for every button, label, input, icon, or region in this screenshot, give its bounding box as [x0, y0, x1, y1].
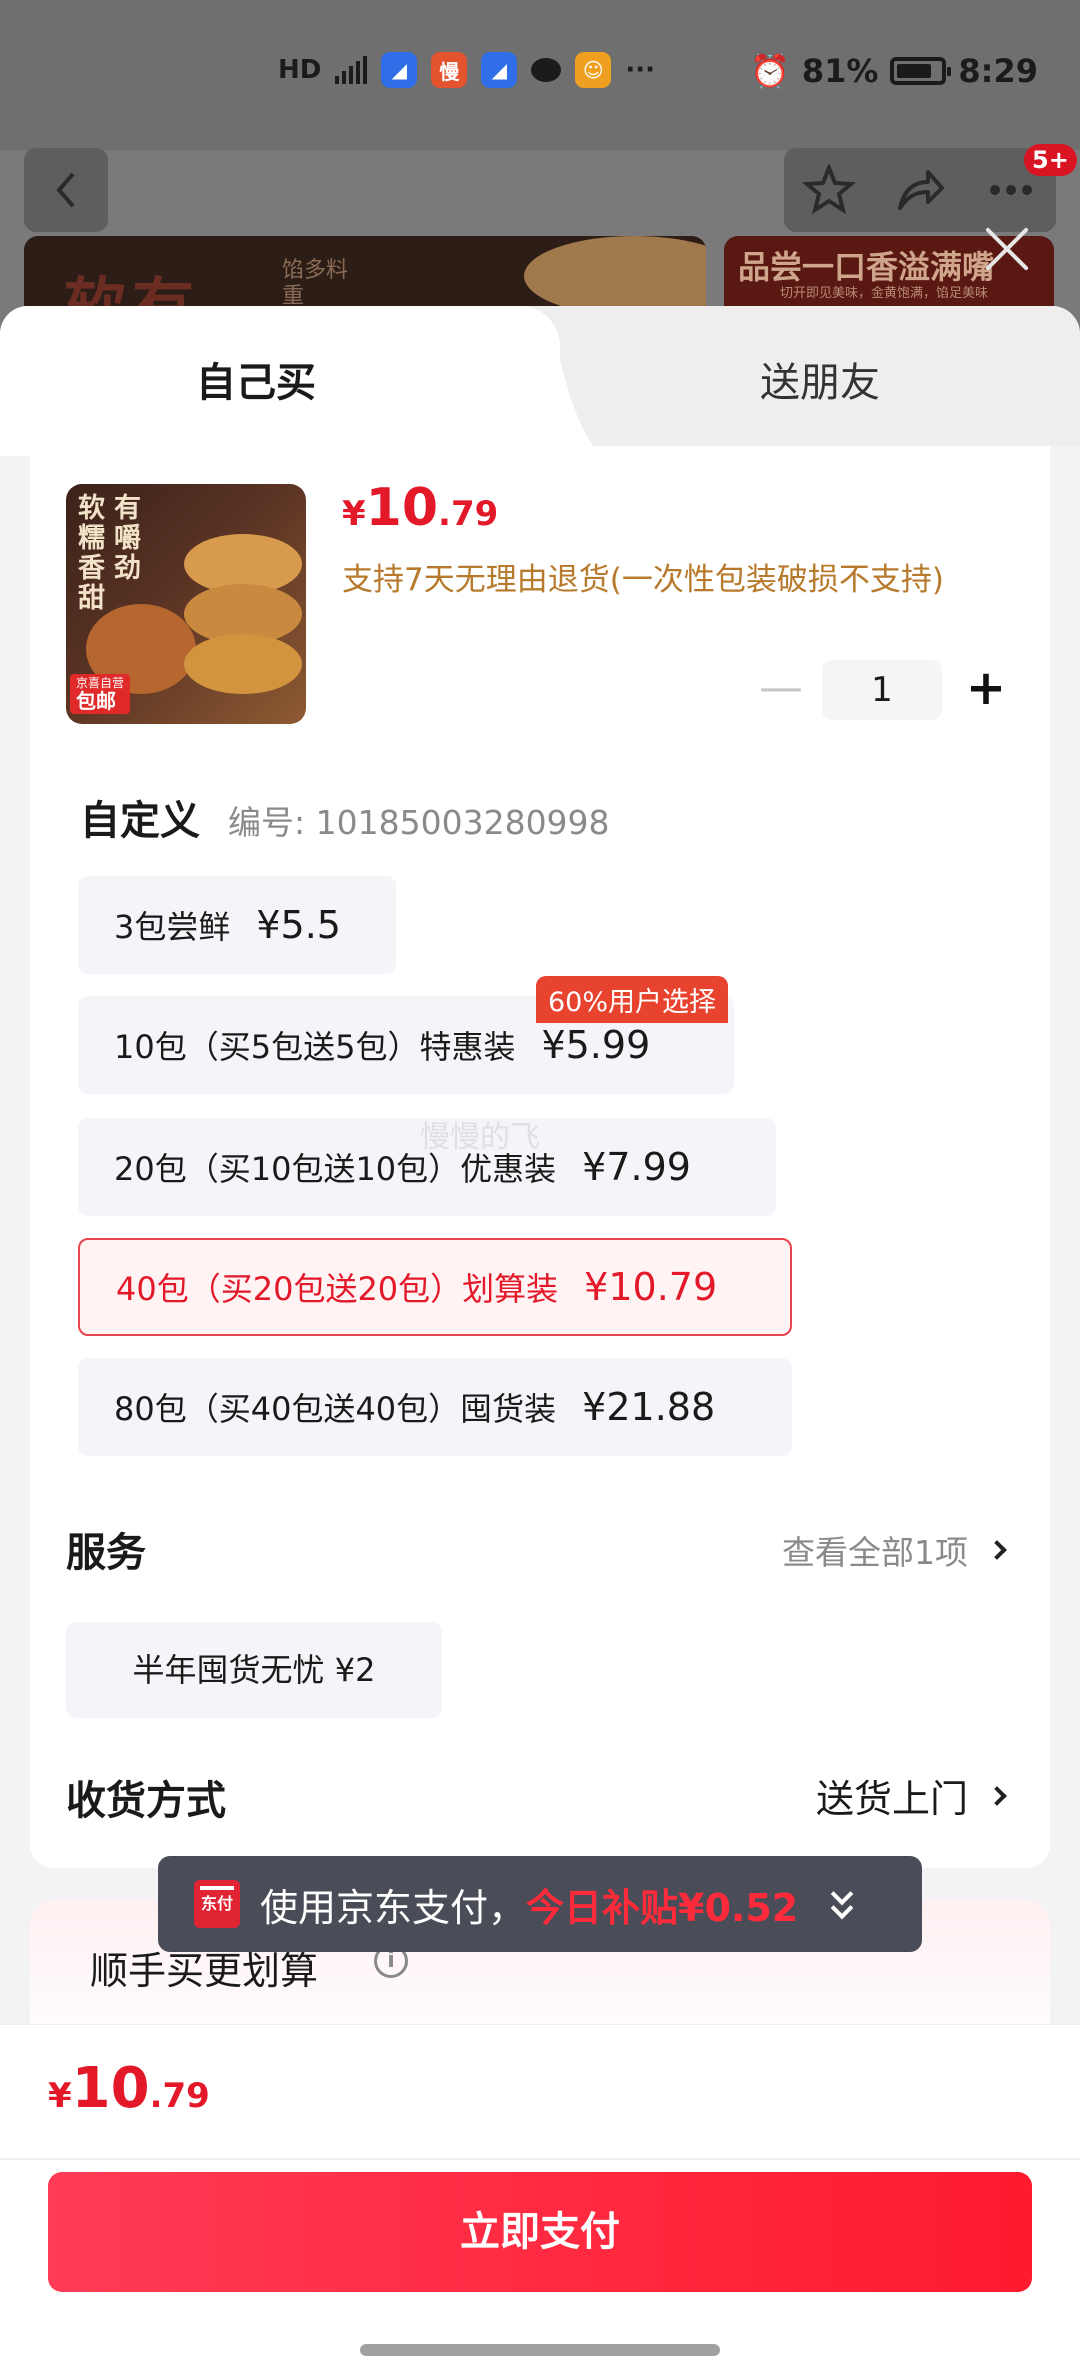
- back-button[interactable]: [24, 148, 108, 232]
- sku-option-price: ¥7.99: [582, 1145, 691, 1189]
- sku-option[interactable]: 3包尝鲜 ¥5.5: [78, 876, 396, 974]
- promo-banner-left: 软有 馅多料重: [24, 236, 706, 306]
- watermark: 慢慢的飞: [420, 1120, 540, 1155]
- thumb-text-2: 有嚼劲: [114, 493, 141, 584]
- alarm-icon: ⏰: [749, 52, 790, 90]
- price-integer: 10: [365, 478, 439, 538]
- clock: 8:29: [958, 52, 1038, 90]
- divider: [0, 2158, 1080, 2160]
- increase-quantity-button[interactable]: +: [958, 660, 1014, 720]
- header-actions: [784, 148, 1056, 232]
- total-decimal: .79: [149, 2076, 210, 2116]
- sku-option[interactable]: 80包（买40包送40包）囤货装 ¥21.88: [78, 1358, 792, 1456]
- pay-now-button[interactable]: 立即支付: [48, 2172, 1032, 2292]
- price-currency: ¥: [342, 494, 366, 534]
- price-decimal: .79: [438, 494, 499, 534]
- tag-top-text: 京喜自营: [76, 676, 125, 690]
- view-all-services-label: 查看全部1项: [782, 1533, 968, 1572]
- toast-message: 使用京东支付，: [260, 1885, 527, 1930]
- banner-left-title: 软有: [64, 256, 200, 306]
- home-indicator[interactable]: [360, 2344, 720, 2356]
- view-all-services-link[interactable]: 查看全部1项: [782, 1526, 1007, 1574]
- total-integer: 10: [71, 2056, 150, 2121]
- tab-send-friend-label[interactable]: 送朋友: [760, 350, 880, 408]
- game-app-icon: ☺: [575, 52, 612, 88]
- sku-option-label: 40包（买20包送20包）划算装: [116, 1270, 559, 1308]
- hd-indicator: HD: [278, 55, 322, 85]
- bun-shape: [184, 634, 302, 694]
- quantity-stepper: — 1 +: [752, 660, 1014, 720]
- tab-buy-self-label[interactable]: 自己买: [196, 350, 316, 408]
- bun-image: [524, 236, 706, 306]
- sku-option-price: ¥10.79: [584, 1265, 718, 1309]
- delivery-method-link[interactable]: 送货上门: [815, 1768, 1007, 1823]
- sku-option-selected[interactable]: 40包（买20包送20包）划算装 ¥10.79: [78, 1238, 792, 1336]
- chevron-right-icon: [987, 1785, 1007, 1806]
- sku-option-label: 3包尝鲜: [114, 908, 231, 946]
- more-notifications: ···: [625, 55, 655, 85]
- sku-option-price: ¥5.5: [256, 903, 341, 947]
- message-count-badge: 5+: [1024, 144, 1077, 176]
- browser-app-icon-2: ◢: [481, 52, 518, 88]
- banner-left-sub: 馅多料重: [282, 258, 349, 306]
- product-price: ¥10.79: [342, 478, 498, 538]
- return-policy-note: 支持7天无理由退货(一次性包装破损不支持): [342, 562, 944, 598]
- star-icon[interactable]: [803, 164, 856, 216]
- popular-choice-badge: 60%用户选择: [536, 976, 729, 1023]
- delivery-section-title: 收货方式: [66, 1778, 226, 1824]
- sku-option-label: 10包（买5包送5包）特惠装: [114, 1028, 516, 1066]
- total-currency: ¥: [48, 2076, 72, 2116]
- service-option[interactable]: 半年囤货无忧 ¥2: [66, 1622, 442, 1718]
- battery-percent: 81%: [801, 52, 879, 90]
- sku-option-label: 80包（买40包送40包）囤货装: [114, 1390, 557, 1428]
- service-section-title: 服务: [66, 1530, 146, 1576]
- close-sheet-button[interactable]: [982, 224, 1032, 274]
- status-bar: HD ◢ 慢 ◢ ☺ ··· ⏰ 81% 8:29: [0, 0, 1080, 150]
- quantity-input[interactable]: 1: [822, 660, 942, 720]
- slow-app-icon: 慢: [431, 52, 468, 88]
- status-left: HD ◢ 慢 ◢ ☺ ···: [278, 52, 655, 88]
- sku-number: 编号: 10185003280998: [228, 803, 610, 842]
- browser-app-icon: ◢: [381, 52, 418, 88]
- chevron-right-icon: [987, 1540, 1007, 1560]
- sku-section-title: 自定义: [80, 798, 200, 844]
- banner-right-sub: 切开即见美味，金黄饱满，馅足美味: [780, 286, 989, 301]
- decrease-quantity-button[interactable]: —: [756, 660, 806, 720]
- sku-option-price: ¥5.99: [541, 1023, 651, 1067]
- total-price: ¥10.79: [48, 2056, 210, 2121]
- delivery-method-value: 送货上门: [815, 1777, 968, 1821]
- chat-icon: [531, 58, 562, 82]
- toast-subsidy: 今日补贴¥0.52: [526, 1885, 799, 1930]
- thumb-text-1: 软糯香甜: [78, 493, 105, 614]
- free-shipping-tag: 京喜自营 包邮: [70, 674, 131, 714]
- jd-pay-icon: 东付: [194, 1880, 240, 1928]
- double-chevron-down-icon: [828, 1882, 858, 1922]
- jd-pay-toast[interactable]: 东付 使用京东支付， 今日补贴¥0.52: [158, 1856, 922, 1952]
- battery-icon: [890, 57, 952, 85]
- product-thumbnail: 软糯香甜 有嚼劲 京喜自营 包邮: [66, 484, 306, 724]
- chevron-left-icon: [56, 172, 75, 208]
- tag-text: 包邮: [76, 689, 116, 713]
- signal-icon: [335, 56, 368, 84]
- status-right: ⏰ 81% 8:29: [750, 52, 1038, 90]
- share-icon[interactable]: [894, 164, 946, 216]
- sku-option-price: ¥21.88: [582, 1385, 716, 1429]
